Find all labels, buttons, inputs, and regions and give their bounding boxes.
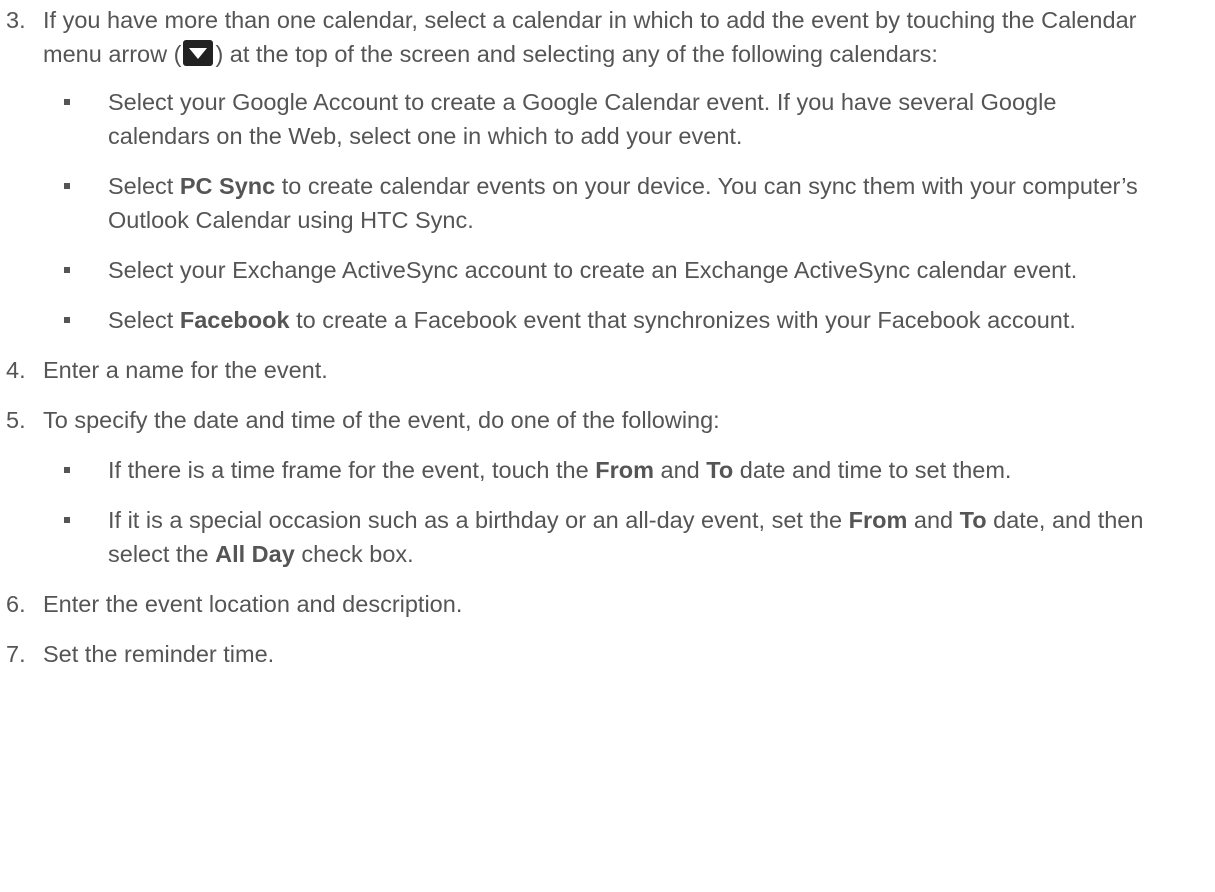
substep-list-item: Select your Exchange ActiveSync account … [0,253,1215,287]
bullet-icon [64,317,70,323]
substep-text: Select [108,307,180,333]
bullet-icon [64,99,70,105]
step-7: 7. Set the reminder time. [0,637,1215,671]
substep-text: date and time to set them. [733,457,1012,483]
substep-bold-text: To [706,457,734,483]
document-body: 3. If you have more than one calendar, s… [0,0,1215,667]
substep-bold-text: From [848,507,908,533]
bullet-icon [64,467,70,473]
substep-text: If there is a time frame for the event, … [108,457,596,483]
substep-bold-text: From [595,457,654,483]
step-number: 7. [6,641,26,667]
substep-list-item: Select Facebook to create a Facebook eve… [0,303,1215,337]
step-text: Enter the event location and description… [43,591,463,617]
step-number: 6. [6,591,26,617]
bullet-icon [64,183,70,189]
step-text: Set the reminder time. [43,641,275,667]
substep-text: and [653,457,707,483]
step-number: 5. [6,407,26,433]
step-text: To specify the date and time of the even… [43,407,720,433]
substep-list-item: If there is a time frame for the event, … [0,453,1215,487]
substep-bold-text: Facebook [179,307,290,333]
bullet-icon [64,517,70,523]
bullet-icon [64,267,70,273]
substep-bold-text: To [959,507,987,533]
step-text-part-2: ) at the top of the screen and selecting… [215,41,938,67]
substep-list-item: Select PC Sync to create calendar events… [0,169,1215,237]
substep-text: check box. [294,541,414,567]
substep-list-item: If it is a special occasion such as a bi… [0,503,1215,571]
substep-bold-text: PC Sync [179,173,276,199]
step-number: 3. [6,7,26,33]
calendar-menu-arrow-icon [183,40,214,66]
substep-text: If it is a special occasion such as a bi… [108,507,849,533]
substep-list-item: Select your Google Account to create a G… [0,85,1215,153]
step-6: 6. Enter the event location and descript… [0,587,1215,621]
substep-text: Select your Exchange ActiveSync account … [108,257,1078,283]
step-4: 4. Enter a name for the event. [0,353,1215,387]
step-text: Enter a name for the event. [43,357,328,383]
substep-text: Select your Google Account to create a G… [108,89,1057,149]
substep-text: and [907,507,960,533]
substep-bold-text: All Day [215,541,295,567]
step-number: 4. [6,357,26,383]
step-3: 3. If you have more than one calendar, s… [0,3,1215,71]
step-5: 5. To specify the date and time of the e… [0,403,1215,437]
substep-text: to create a Facebook event that synchron… [289,307,1076,333]
substep-text: Select [108,173,180,199]
